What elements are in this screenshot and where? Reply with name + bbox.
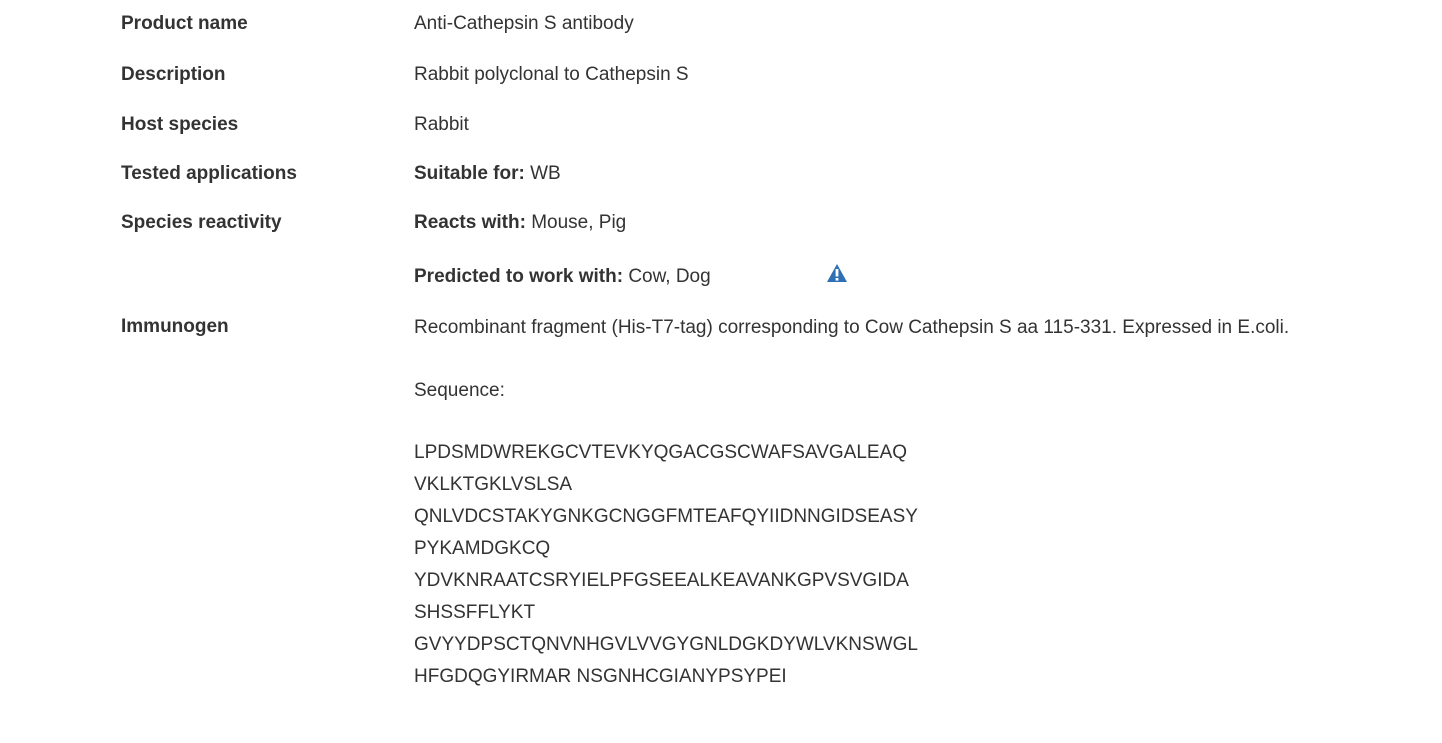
sequence-label: Sequence: bbox=[414, 380, 505, 401]
label-species-reactivity: Species reactivity bbox=[121, 212, 282, 233]
predicted-prefix: Predicted to work with: bbox=[414, 266, 624, 287]
sequence-line: QNLVDCSTAKYGNKGCNGGFMTEAFQYIIDNNGIDSEASY bbox=[414, 506, 918, 527]
value-description: Rabbit polyclonal to Cathepsin S bbox=[414, 64, 689, 85]
predicted-value: Cow, Dog bbox=[628, 266, 711, 287]
sequence-line: GVYYDPSCTQNVNHGVLVVGYGNLDGKDYWLVKNSWGL bbox=[414, 634, 918, 655]
value-immunogen: Recombinant fragment (His-T7-tag) corres… bbox=[414, 317, 1290, 338]
reacts-with-prefix: Reacts with: bbox=[414, 212, 526, 233]
label-product-name: Product name bbox=[121, 13, 248, 34]
sequence-line: LPDSMDWREKGCVTEVKYQGACGSCWAFSAVGALEAQ bbox=[414, 442, 908, 463]
value-host-species: Rabbit bbox=[414, 114, 469, 135]
label-immunogen: Immunogen bbox=[121, 316, 229, 337]
suitable-for-value: WB bbox=[530, 163, 561, 184]
sequence-block: LPDSMDWREKGCVTEVKYQGACGSCWAFSAVGALEAQ VK… bbox=[414, 437, 918, 693]
value-tested-applications: Suitable for: WB bbox=[414, 163, 561, 185]
sequence-line: HFGDQGYIRMAR NSGNHCGIANYPSYPEI bbox=[414, 666, 787, 687]
value-predicted-to-work-with: Predicted to work with: Cow, Dog bbox=[414, 266, 711, 288]
sequence-line: VKLKTGKLVSLSA bbox=[414, 474, 573, 495]
warning-triangle-icon[interactable] bbox=[826, 263, 848, 283]
suitable-for-prefix: Suitable for: bbox=[414, 163, 525, 184]
label-tested-applications: Tested applications bbox=[121, 163, 297, 184]
label-description: Description bbox=[121, 64, 226, 85]
sequence-line: PYKAMDGKCQ bbox=[414, 538, 551, 559]
sequence-line: SHSSFFLYKT bbox=[414, 602, 536, 623]
reacts-with-value: Mouse, Pig bbox=[531, 212, 627, 233]
value-reacts-with: Reacts with: Mouse, Pig bbox=[414, 212, 626, 234]
sequence-line: YDVKNRAATCSRYIELPFGSEEALKEAVANKGPVSVGIDA bbox=[414, 570, 909, 591]
value-product-name: Anti-Cathepsin S antibody bbox=[414, 13, 634, 34]
label-host-species: Host species bbox=[121, 114, 239, 135]
